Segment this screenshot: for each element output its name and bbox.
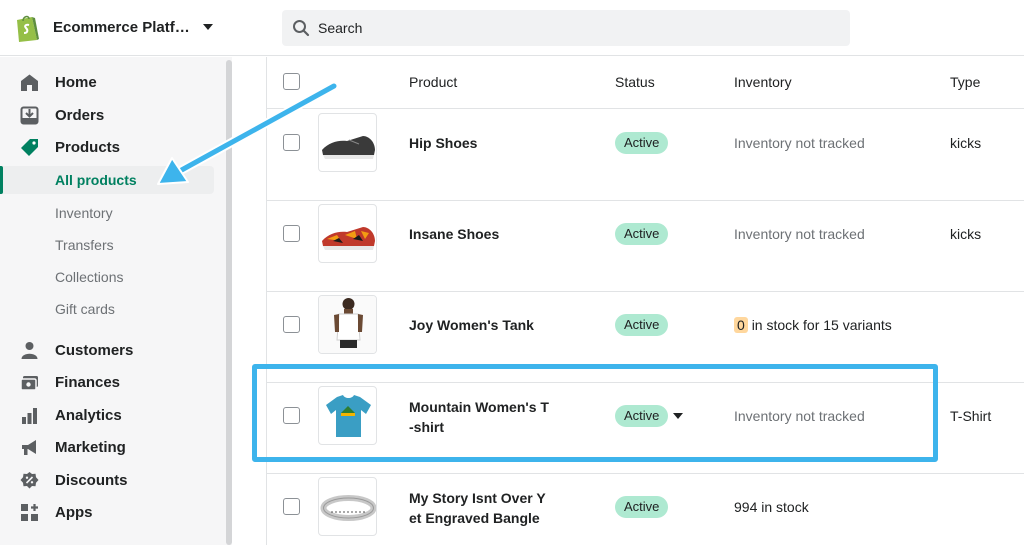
table-row[interactable]: Hip Shoes Active Inventory not tracked k… [267, 110, 1024, 201]
sidebar-item-label: Discounts [55, 471, 128, 489]
discount-icon [20, 472, 39, 489]
status-badge: Active [615, 314, 669, 336]
status-badge: Active [615, 223, 669, 245]
product-name[interactable]: Mountain Women's T -shirt [409, 397, 559, 437]
sidebar-item-label: Marketing [55, 438, 126, 456]
product-name-line: My Story Isnt Over Y [409, 490, 546, 506]
top-bar: Ecommerce Platfor... [0, 0, 1024, 56]
sidebar-subitem-transfers[interactable]: Transfers [0, 231, 214, 259]
product-thumbnail[interactable] [318, 204, 377, 263]
search-bar[interactable] [282, 10, 850, 46]
row-checkbox[interactable] [283, 498, 300, 515]
sneaker-image [322, 136, 375, 159]
product-name[interactable]: Insane Shoes [409, 224, 559, 244]
table-row[interactable]: Mountain Women's T -shirt Active Inventor… [267, 383, 1024, 474]
sidebar-item-label: Home [55, 73, 97, 91]
column-header-inventory[interactable]: Inventory [734, 74, 792, 90]
status-badge[interactable]: Active [615, 405, 669, 427]
person-icon [21, 342, 38, 359]
home-icon [21, 74, 38, 91]
sidebar-item-label: Apps [55, 503, 93, 521]
product-thumbnail[interactable] [318, 477, 377, 536]
column-header-status[interactable]: Status [615, 74, 655, 90]
sidebar-item-label: Finances [55, 373, 121, 391]
megaphone-icon [22, 440, 36, 455]
search-icon [293, 20, 310, 37]
table-header: Product Status Inventory Type [267, 57, 1024, 109]
product-type: kicks [950, 226, 982, 242]
caret-down-icon[interactable] [673, 413, 683, 419]
sidebar-subitem-label: All products [55, 172, 137, 188]
table-row[interactable]: Joy Women's Tank Active 0 in stock for 1… [267, 292, 1024, 383]
product-name-line: -shirt [409, 419, 444, 435]
column-header-product[interactable]: Product [409, 74, 457, 90]
inventory-value: Inventory not tracked [734, 135, 865, 151]
sidebar-item-analytics[interactable]: Analytics [0, 400, 214, 430]
inventory-value: 0 in stock for 15 variants [734, 317, 892, 333]
column-header-type[interactable]: Type [950, 74, 980, 90]
sidebar-subitem-label: Transfers [55, 237, 114, 253]
table-row[interactable]: Insane Shoes Active Inventory not tracke… [267, 201, 1024, 292]
product-name-line: Mountain Women's T [409, 399, 549, 415]
row-checkbox[interactable] [283, 407, 300, 424]
sidebar-item-label: Orders [55, 106, 105, 124]
sidebar-item-label: Analytics [55, 406, 122, 424]
product-thumbnail[interactable] [318, 386, 377, 445]
inventory-value: Inventory not tracked [734, 226, 865, 242]
row-checkbox[interactable] [283, 134, 300, 151]
sidebar-subitem-all-products[interactable]: All products [0, 166, 214, 194]
sidebar-item-customers[interactable]: Customers [0, 335, 214, 365]
sidebar-item-apps[interactable]: Apps [0, 497, 214, 527]
product-thumbnail[interactable] [318, 113, 377, 172]
sidebar-subitem-label: Gift cards [55, 301, 115, 317]
store-name[interactable]: Ecommerce Platfor... [53, 19, 195, 36]
tank-top-image [319, 296, 376, 353]
status-badge: Active [615, 496, 669, 518]
sidebar-subitem-inventory[interactable]: Inventory [0, 199, 214, 227]
sidebar-item-discounts[interactable]: Discounts [0, 465, 214, 495]
sidebar-subitem-gift-cards[interactable]: Gift cards [0, 295, 214, 323]
product-name[interactable]: Joy Women's Tank [409, 315, 559, 335]
product-type: kicks [950, 135, 982, 151]
apps-icon [21, 504, 38, 521]
product-name[interactable]: Hip Shoes [409, 133, 559, 153]
sidebar-subitem-collections[interactable]: Collections [0, 263, 214, 291]
sidebar-scrollbar[interactable] [226, 60, 232, 545]
sidebar-item-label: Customers [55, 341, 134, 359]
inventory-value: Inventory not tracked [734, 408, 865, 424]
sidebar-subitem-label: Collections [55, 269, 124, 285]
finances-icon [20, 376, 38, 391]
sidebar-item-marketing[interactable]: Marketing [0, 432, 214, 462]
tag-icon [21, 139, 38, 156]
bar-chart-icon [22, 408, 37, 424]
sidebar-subitem-label: Inventory [55, 205, 113, 221]
orders-icon [20, 106, 39, 125]
row-checkbox[interactable] [283, 225, 300, 242]
inventory-count-badge: 0 [734, 317, 748, 333]
table-row[interactable]: My Story Isnt Over Y et Engraved Bangle A… [267, 474, 1024, 545]
status-badge: Active [615, 132, 669, 154]
product-name-line: et Engraved Bangle [409, 510, 540, 526]
tshirt-image [326, 395, 371, 437]
product-type: T-Shirt [950, 408, 992, 424]
row-checkbox[interactable] [283, 316, 300, 333]
product-name[interactable]: My Story Isnt Over Y et Engraved Bangle [409, 488, 559, 528]
sneaker-image [322, 227, 375, 250]
sidebar-item-orders[interactable]: Orders [0, 100, 214, 130]
chevron-down-icon[interactable] [203, 24, 213, 30]
inventory-text: in stock for 15 variants [751, 317, 892, 333]
sidebar-item-finances[interactable]: Finances [0, 367, 214, 397]
inventory-value: 994 in stock [734, 499, 809, 515]
shopify-logo-icon[interactable] [14, 13, 40, 43]
sidebar-item-home[interactable]: Home [0, 67, 214, 97]
select-all-checkbox[interactable] [283, 73, 300, 90]
sidebar-item-products[interactable]: Products [0, 132, 214, 162]
sidebar-item-label: Products [55, 138, 121, 156]
product-thumbnail[interactable] [318, 295, 377, 354]
search-input[interactable] [318, 10, 818, 46]
bangle-image [320, 495, 376, 521]
